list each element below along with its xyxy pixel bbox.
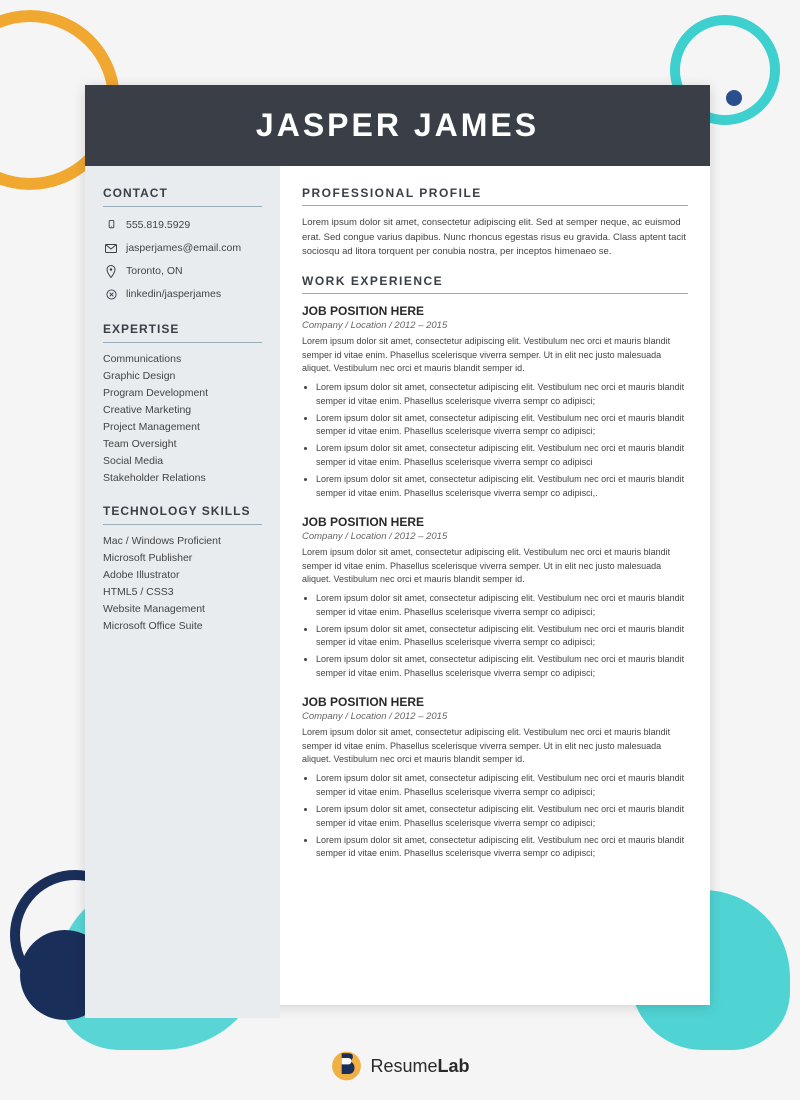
expertise-divider [103,342,262,343]
work-section-title: WORK EXPERIENCE [302,274,688,288]
job-meta: Company / Location / 2012 – 2015 [302,320,688,331]
expertise-item: Project Management [103,421,262,433]
phone-text: 555.819.5929 [126,219,190,231]
linkedin-icon [103,286,119,302]
expertise-item: Program Development [103,387,262,399]
expertise-list: Communications Graphic Design Program Deve… [103,353,262,484]
tech-item: Microsoft Publisher [103,552,262,564]
job-bullet: Lorem ipsum dolor sit amet, consectetur … [316,412,688,440]
tech-item: HTML5 / CSS3 [103,586,262,598]
job-bullet: Lorem ipsum dolor sit amet, consectetur … [316,653,688,681]
expertise-title: EXPERTISE [103,322,262,336]
expertise-item: Stakeholder Relations [103,472,262,484]
job-desc: Lorem ipsum dolor sit amet, consectetur … [302,335,688,376]
branding: ResumeLab [330,1050,469,1082]
location-text: Toronto, ON [126,265,183,277]
candidate-name: JASPER JAMES [115,107,680,144]
expertise-item: Creative Marketing [103,404,262,416]
job-bullets: Lorem ipsum dolor sit amet, consectetur … [302,592,688,682]
linkedin-item: linkedin/jasperjames [103,286,262,302]
bg-decoration-dot [726,90,742,106]
phone-item: 555.819.5929 [103,217,262,233]
email-icon [103,240,119,256]
contact-divider [103,206,262,207]
tech-item: Adobe Illustrator [103,569,262,581]
expertise-item: Team Oversight [103,438,262,450]
job-bullets: Lorem ipsum dolor sit amet, consectetur … [302,772,688,862]
job-title: JOB POSITION HERE [302,515,688,529]
tech-item: Mac / Windows Proficient [103,535,262,547]
job-bullet: Lorem ipsum dolor sit amet, consectetur … [316,803,688,831]
job-bullet: Lorem ipsum dolor sit amet, consectetur … [316,592,688,620]
job-section-1: JOB POSITION HERE Company / Location / 20… [302,515,688,681]
resume-header: JASPER JAMES [85,85,710,166]
brand-name: ResumeLab [370,1056,469,1077]
job-desc: Lorem ipsum dolor sit amet, consectetur … [302,546,688,587]
job-section-0: JOB POSITION HERE Company / Location / 20… [302,304,688,501]
contact-title: CONTACT [103,186,262,200]
job-bullet: Lorem ipsum dolor sit amet, consectetur … [316,623,688,651]
expertise-item: Social Media [103,455,262,467]
work-divider [302,293,688,294]
location-icon [103,263,119,279]
resume-body: CONTACT 555.819.5929 [85,166,710,1018]
job-bullets: Lorem ipsum dolor sit amet, consectetur … [302,381,688,502]
job-title: JOB POSITION HERE [302,695,688,709]
tech-section: TECHNOLOGY SKILLS Mac / Windows Proficie… [103,504,262,632]
expertise-section: EXPERTISE Communications Graphic Design Pr… [103,322,262,484]
profile-text: Lorem ipsum dolor sit amet, consectetur … [302,216,688,260]
expertise-item: Graphic Design [103,370,262,382]
job-meta: Company / Location / 2012 – 2015 [302,531,688,542]
tech-title: TECHNOLOGY SKILLS [103,504,262,518]
job-section-2: JOB POSITION HERE Company / Location / 20… [302,695,688,861]
job-bullet: Lorem ipsum dolor sit amet, consectetur … [316,381,688,409]
tech-item: Website Management [103,603,262,615]
job-desc: Lorem ipsum dolor sit amet, consectetur … [302,726,688,767]
tech-divider [103,524,262,525]
job-bullet: Lorem ipsum dolor sit amet, consectetur … [316,473,688,501]
expertise-item: Communications [103,353,262,365]
job-meta: Company / Location / 2012 – 2015 [302,711,688,722]
email-item: jasperjames@email.com [103,240,262,256]
linkedin-text: linkedin/jasperjames [126,288,221,300]
contact-section: CONTACT 555.819.5929 [103,186,262,302]
email-text: jasperjames@email.com [126,242,241,254]
tech-item: Microsoft Office Suite [103,620,262,632]
jobs-container: JOB POSITION HERE Company / Location / 20… [302,304,688,861]
profile-section-title: PROFESSIONAL PROFILE [302,186,688,200]
profile-divider [302,205,688,206]
resumelab-logo [330,1050,362,1082]
phone-icon [103,217,119,233]
job-bullet: Lorem ipsum dolor sit amet, consectetur … [316,442,688,470]
tech-list: Mac / Windows Proficient Microsoft Publis… [103,535,262,632]
resume-document: JASPER JAMES CONTACT 555.819.5929 [85,85,710,1005]
job-title: JOB POSITION HERE [302,304,688,318]
sidebar: CONTACT 555.819.5929 [85,166,280,1018]
job-bullet: Lorem ipsum dolor sit amet, consectetur … [316,834,688,862]
main-content: PROFESSIONAL PROFILE Lorem ipsum dolor s… [280,166,710,1018]
location-item: Toronto, ON [103,263,262,279]
job-bullet: Lorem ipsum dolor sit amet, consectetur … [316,772,688,800]
